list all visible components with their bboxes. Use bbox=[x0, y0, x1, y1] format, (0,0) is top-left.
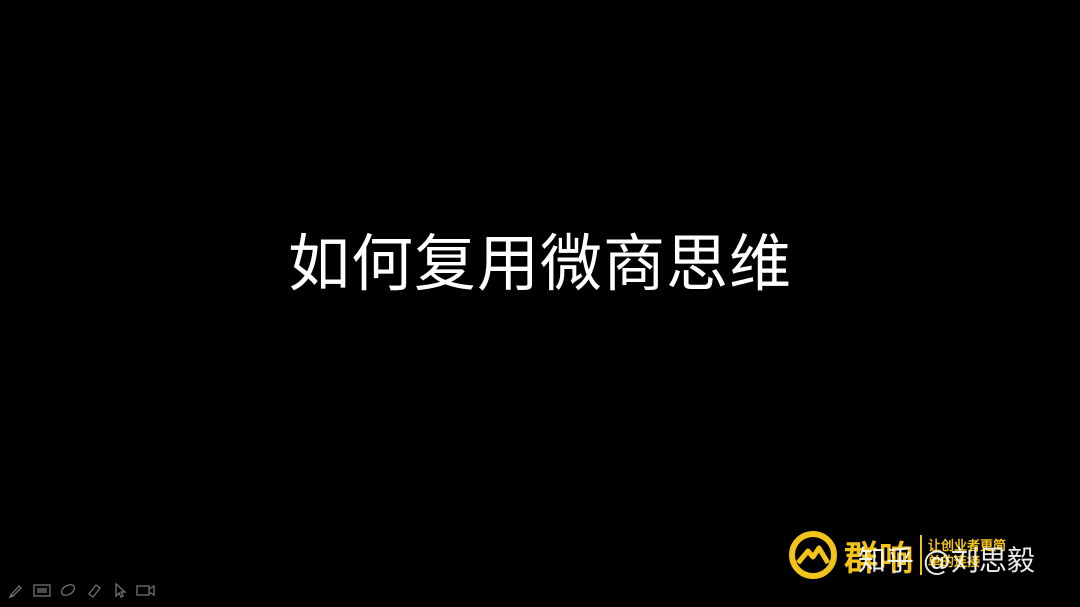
slide-grid-icon[interactable] bbox=[32, 580, 52, 600]
slide-canvas: 如何复用微商思维 群响 让创业者更简单的连接 知乎 @刘思毅 bbox=[0, 0, 1080, 607]
presenter-toolbar bbox=[6, 580, 156, 600]
pen-icon[interactable] bbox=[6, 580, 26, 600]
slide-title: 如何复用微商思维 bbox=[287, 227, 792, 300]
brand-logo-icon bbox=[788, 530, 838, 580]
eraser-icon[interactable] bbox=[58, 580, 78, 600]
camera-icon[interactable] bbox=[136, 580, 156, 600]
zhihu-watermark: 知乎 @刘思毅 bbox=[858, 544, 1035, 577]
highlighter-icon[interactable] bbox=[84, 580, 104, 600]
pointer-icon[interactable] bbox=[110, 580, 130, 600]
